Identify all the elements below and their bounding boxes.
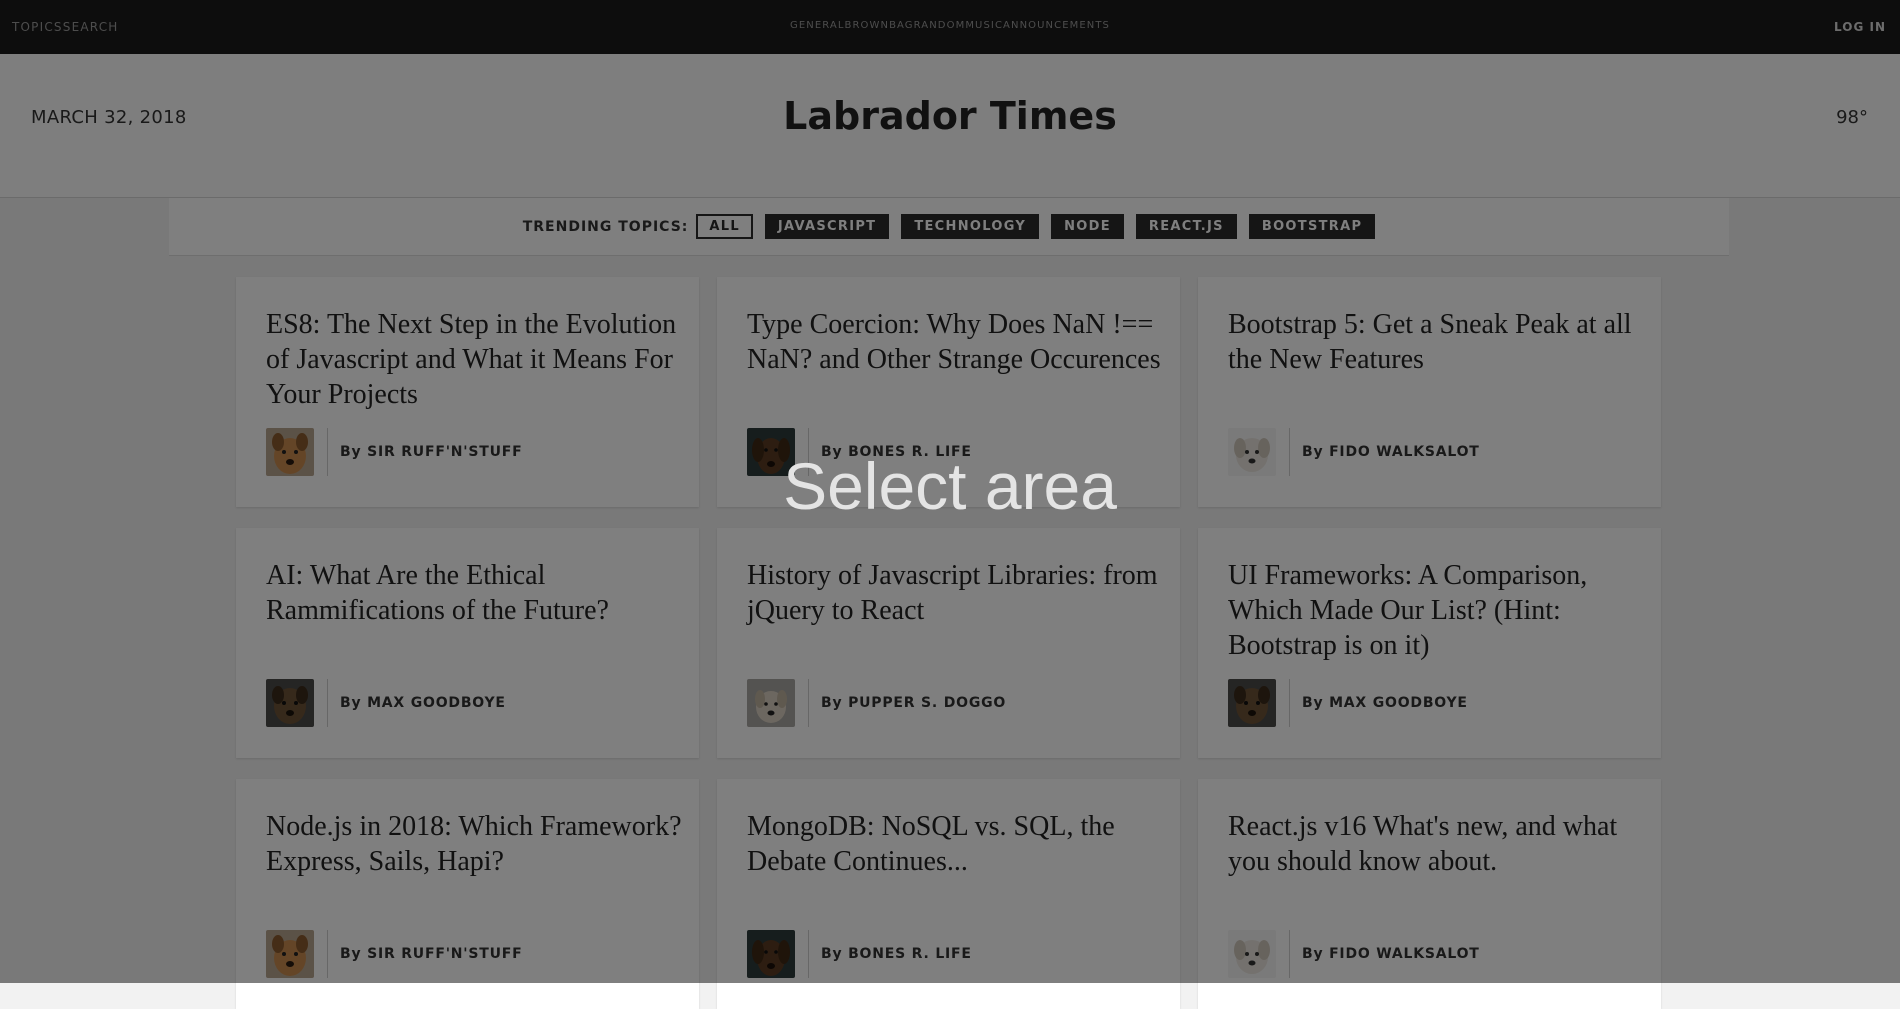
article-title[interactable]: Node.js in 2018: Which Framework? Expres…	[266, 809, 686, 879]
article-card[interactable]: React.js v16 What's new, and what you sh…	[1198, 779, 1661, 1009]
author-avatar-dog-icon	[266, 679, 314, 727]
article-card[interactable]: UI Frameworks: A Comparison, Which Made …	[1198, 528, 1661, 758]
author-divider	[327, 930, 328, 978]
author-byline[interactable]: By BONES R. LIFE	[821, 946, 972, 962]
author-avatar-dog-icon	[1228, 428, 1276, 476]
article-card[interactable]: ES8: The Next Step in the Evolution of J…	[236, 277, 699, 507]
article-title[interactable]: History of Javascript Libraries: from jQ…	[747, 558, 1167, 628]
weather-temperature: 98°	[1836, 107, 1868, 128]
article-author: By SIR RUFF'N'STUFF	[266, 930, 523, 978]
article-author: By FIDO WALKSALOT	[1228, 930, 1480, 978]
article-title[interactable]: Bootstrap 5: Get a Sneak Peak at all the…	[1228, 307, 1648, 377]
article-author: By MAX GOODBOYE	[1228, 679, 1468, 727]
article-title[interactable]: AI: What Are the Ethical Rammifications …	[266, 558, 686, 628]
trending-topics-bar: TRENDING TOPICS: ALL JAVASCRIPT TECHNOLO…	[169, 198, 1729, 256]
author-divider	[808, 428, 809, 476]
article-title[interactable]: UI Frameworks: A Comparison, Which Made …	[1228, 558, 1648, 663]
author-divider	[1289, 428, 1290, 476]
author-divider	[1289, 679, 1290, 727]
article-card[interactable]: Type Coercion: Why Does NaN !== NaN? and…	[717, 277, 1180, 507]
article-author: By BONES R. LIFE	[747, 930, 972, 978]
article-title[interactable]: Type Coercion: Why Does NaN !== NaN? and…	[747, 307, 1167, 377]
article-author: By BONES R. LIFE	[747, 428, 972, 476]
article-card[interactable]: History of Javascript Libraries: from jQ…	[717, 528, 1180, 758]
author-avatar-dog-icon	[747, 679, 795, 727]
login-link[interactable]: LOG IN	[1834, 20, 1886, 34]
top-nav: TOPICSSEARCH GENERALBROWNBAGRANDOMMUSICA…	[0, 0, 1900, 54]
nav-categories: GENERALBROWNBAGRANDOMMUSICANNOUNCEMENTS	[0, 20, 1900, 31]
author-divider	[327, 679, 328, 727]
author-byline[interactable]: By SIR RUFF'N'STUFF	[340, 946, 523, 962]
article-card[interactable]: AI: What Are the Ethical Rammifications …	[236, 528, 699, 758]
author-byline[interactable]: By MAX GOODBOYE	[340, 695, 506, 711]
article-title[interactable]: ES8: The Next Step in the Evolution of J…	[266, 307, 686, 412]
article-title[interactable]: MongoDB: NoSQL vs. SQL, the Debate Conti…	[747, 809, 1167, 879]
author-avatar-dog-icon	[1228, 679, 1276, 727]
author-divider	[1289, 930, 1290, 978]
masthead: MARCH 32, 2018 Labrador Times 98°	[0, 54, 1900, 198]
article-author: By PUPPER S. DOGGO	[747, 679, 1006, 727]
site-title[interactable]: Labrador Times	[0, 94, 1900, 138]
author-byline[interactable]: By MAX GOODBOYE	[1302, 695, 1468, 711]
author-divider	[808, 930, 809, 978]
topic-chip-node[interactable]: NODE	[1051, 214, 1124, 239]
topic-chip-bootstrap[interactable]: BOOTSTRAP	[1248, 214, 1376, 239]
author-avatar-dog-icon	[1228, 930, 1276, 978]
article-card[interactable]: Node.js in 2018: Which Framework? Expres…	[236, 779, 699, 1009]
nav-link-random[interactable]: RANDOM	[914, 20, 966, 31]
article-author: By FIDO WALKSALOT	[1228, 428, 1480, 476]
author-avatar-dog-icon	[747, 428, 795, 476]
author-divider	[327, 428, 328, 476]
author-avatar-dog-icon	[266, 428, 314, 476]
trending-label: TRENDING TOPICS:	[522, 218, 689, 235]
author-byline[interactable]: By SIR RUFF'N'STUFF	[340, 444, 523, 460]
topic-chip-javascript[interactable]: JAVASCRIPT	[764, 214, 890, 239]
article-author: By SIR RUFF'N'STUFF	[266, 428, 523, 476]
author-avatar-dog-icon	[266, 930, 314, 978]
nav-link-music[interactable]: MUSIC	[965, 20, 1003, 31]
author-byline[interactable]: By BONES R. LIFE	[821, 444, 972, 460]
topic-chip-all[interactable]: ALL	[696, 214, 753, 239]
author-divider	[808, 679, 809, 727]
nav-link-announcements[interactable]: ANNOUNCEMENTS	[1003, 20, 1110, 31]
author-byline[interactable]: By FIDO WALKSALOT	[1302, 946, 1480, 962]
topic-chip-reactjs[interactable]: REACT.JS	[1135, 214, 1237, 239]
article-author: By MAX GOODBOYE	[266, 679, 506, 727]
nav-link-general[interactable]: GENERAL	[790, 20, 845, 31]
article-title[interactable]: React.js v16 What's new, and what you sh…	[1228, 809, 1648, 879]
author-byline[interactable]: By PUPPER S. DOGGO	[821, 695, 1006, 711]
author-avatar-dog-icon	[747, 930, 795, 978]
nav-link-brownbag[interactable]: BROWNBAG	[845, 20, 914, 31]
article-card[interactable]: Bootstrap 5: Get a Sneak Peak at all the…	[1198, 277, 1661, 507]
author-byline[interactable]: By FIDO WALKSALOT	[1302, 444, 1480, 460]
article-card[interactable]: MongoDB: NoSQL vs. SQL, the Debate Conti…	[717, 779, 1180, 1009]
topic-chip-technology[interactable]: TECHNOLOGY	[901, 214, 1040, 239]
